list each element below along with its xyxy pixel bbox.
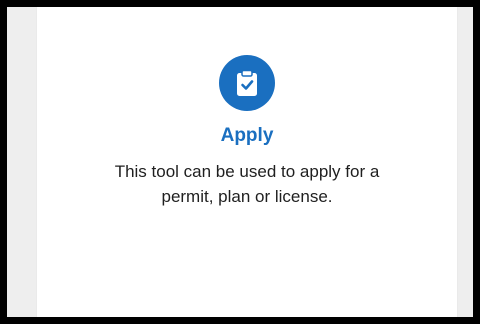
clipboard-check-icon xyxy=(237,69,257,96)
apply-tool-card[interactable]: Apply This tool can be used to apply for… xyxy=(37,7,457,317)
card-description: This tool can be used to apply for a per… xyxy=(114,162,380,206)
card-title[interactable]: Apply xyxy=(37,125,457,147)
screenshot-frame: Apply This tool can be used to apply for… xyxy=(0,0,480,324)
apply-icon-circle[interactable] xyxy=(219,55,275,111)
card-content: Apply This tool can be used to apply for… xyxy=(37,55,457,209)
